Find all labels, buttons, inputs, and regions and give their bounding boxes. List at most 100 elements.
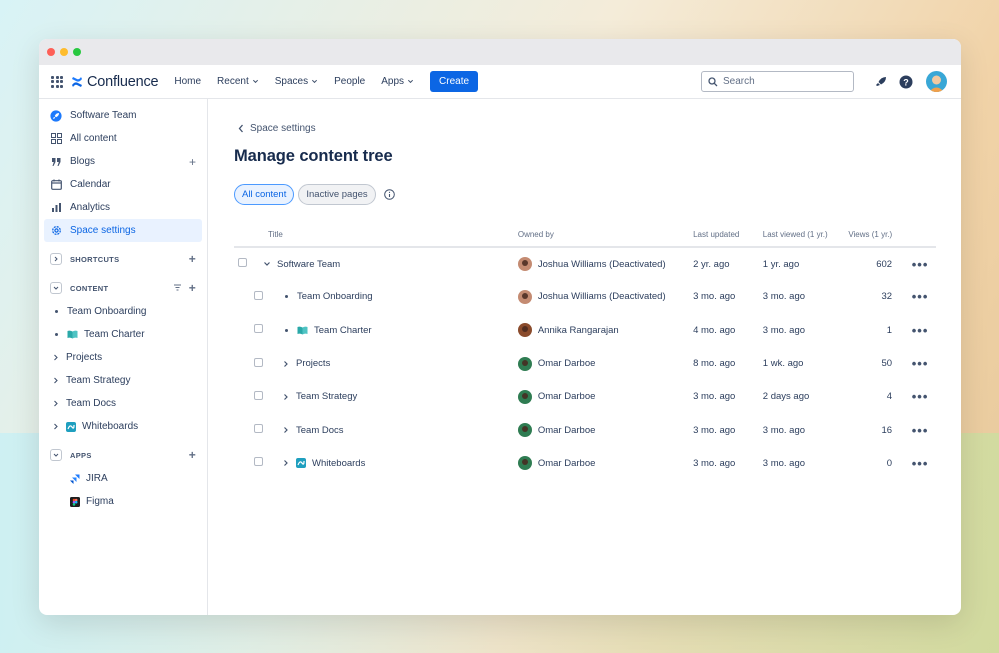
add-shortcut-icon[interactable]: + <box>189 252 196 266</box>
row-owner: Omar Darboe <box>537 424 596 436</box>
table-row[interactable]: Team Onboarding Joshua Williams (Deactiv… <box>234 280 936 313</box>
chevron-left-icon <box>238 124 243 133</box>
chevron-right-icon[interactable] <box>50 253 62 265</box>
more-actions-button[interactable]: ••• <box>904 314 936 347</box>
create-button[interactable]: Create <box>430 71 479 92</box>
minimize-window-button[interactable] <box>60 48 68 56</box>
help-button[interactable]: ? <box>898 74 914 90</box>
nav-apps[interactable]: Apps <box>381 76 414 87</box>
chevron-right-icon[interactable] <box>282 426 290 434</box>
row-checkbox[interactable] <box>254 324 263 334</box>
user-avatar-icon <box>929 75 944 92</box>
calendar-icon <box>50 179 62 191</box>
owner-avatar <box>517 456 532 471</box>
sidebar-space-name[interactable]: Software Team <box>44 104 202 127</box>
row-views: 4 <box>886 391 893 403</box>
nav-recent[interactable]: Recent <box>217 76 259 87</box>
chevron-right-icon[interactable] <box>282 360 290 368</box>
column-header-owner[interactable]: Owned by <box>517 223 694 248</box>
nav-spaces-label: Spaces <box>274 76 309 87</box>
chevron-right-icon[interactable] <box>52 377 60 385</box>
chevron-right-icon[interactable] <box>282 393 290 401</box>
add-content-icon[interactable]: + <box>189 281 196 295</box>
maximize-window-button[interactable] <box>73 48 81 56</box>
chevron-right-icon[interactable] <box>52 354 60 362</box>
row-checkbox[interactable] <box>254 424 263 434</box>
row-checkbox[interactable] <box>254 290 263 300</box>
more-actions-button[interactable]: ••• <box>904 380 936 413</box>
row-title[interactable]: Team Onboarding <box>297 291 373 302</box>
column-header-last-updated[interactable]: Last updated <box>693 223 763 248</box>
app-switcher-icon[interactable] <box>51 75 63 88</box>
column-header-views[interactable]: Views (1 yr.) <box>848 223 905 248</box>
more-actions-button[interactable]: ••• <box>904 447 936 480</box>
more-actions-button[interactable]: ••• <box>904 347 936 380</box>
row-title[interactable]: Software Team <box>277 259 340 270</box>
row-title[interactable]: Projects <box>296 358 330 369</box>
sidebar-item-analytics[interactable]: Analytics <box>44 196 202 219</box>
content-item-label: Team Charter <box>84 329 145 340</box>
sidebar-section-apps[interactable]: APPS + <box>44 443 202 467</box>
nav-people[interactable]: People <box>334 76 365 87</box>
column-header-title[interactable]: Title <box>263 223 518 248</box>
table-row[interactable]: Team Charter Annika Rangarajan 4 mo. ago… <box>234 314 936 347</box>
sidebar-content-item[interactable]: Team Strategy <box>44 369 202 392</box>
back-link[interactable]: Space settings <box>238 123 936 134</box>
sidebar-item-blogs[interactable]: Blogs + <box>44 150 202 173</box>
more-actions-button[interactable]: ••• <box>904 413 936 446</box>
table-row[interactable]: Software Team Joshua Williams (Deactivat… <box>234 247 936 280</box>
select-column-header <box>234 223 263 248</box>
chevron-down-icon[interactable] <box>263 260 271 268</box>
sidebar-app-figma[interactable]: Figma <box>44 490 202 513</box>
sidebar-content-item[interactable]: Whiteboards <box>44 415 202 438</box>
sidebar-content-item[interactable]: Team Docs <box>44 392 202 415</box>
notifications-button[interactable] <box>873 74 889 90</box>
sidebar-content-item[interactable]: Team Onboarding <box>44 300 202 323</box>
sidebar-section-shortcuts[interactable]: SHORTCUTS + <box>44 247 202 271</box>
more-actions-button[interactable]: ••• <box>904 280 936 313</box>
search-icon <box>708 76 718 86</box>
row-last-updated: 2 yr. ago <box>693 258 730 270</box>
sidebar-content-item[interactable]: Projects <box>44 346 202 369</box>
row-title[interactable]: Team Docs <box>296 425 344 436</box>
close-window-button[interactable] <box>47 48 55 56</box>
sidebar-content-item[interactable]: Team Charter <box>44 323 202 346</box>
filter-inactive-pages[interactable]: Inactive pages <box>298 184 376 205</box>
add-app-icon[interactable]: + <box>189 448 196 462</box>
info-icon[interactable] <box>383 189 395 200</box>
sidebar-app-jira[interactable]: JIRA <box>44 467 202 490</box>
owner-avatar <box>517 257 532 272</box>
search-input[interactable]: Search <box>701 71 854 92</box>
more-actions-button[interactable]: ••• <box>904 247 936 280</box>
row-checkbox[interactable] <box>238 258 247 268</box>
sidebar-item-calendar[interactable]: Calendar <box>44 173 202 196</box>
table-row[interactable]: Team Docs Omar Darboe 3 mo. ago 3 mo. ag… <box>234 413 936 446</box>
chevron-right-icon[interactable] <box>282 459 290 467</box>
confluence-logo[interactable]: Confluence <box>71 74 159 90</box>
row-checkbox[interactable] <box>254 357 263 367</box>
row-title[interactable]: Team Charter <box>314 325 372 336</box>
sidebar-item-all-content[interactable]: All content <box>44 127 202 150</box>
table-row[interactable]: Projects Omar Darboe 8 mo. ago 1 wk. ago… <box>234 347 936 380</box>
row-title[interactable]: Whiteboards <box>312 458 365 469</box>
chevron-right-icon[interactable] <box>52 423 60 431</box>
sidebar-item-space-settings[interactable]: Space settings <box>44 219 202 242</box>
back-link-label: Space settings <box>250 123 316 134</box>
filter-icon[interactable] <box>173 283 182 294</box>
chevron-down-icon[interactable] <box>50 449 62 461</box>
row-title[interactable]: Team Strategy <box>296 391 357 402</box>
nav-home[interactable]: Home <box>174 76 201 87</box>
table-row[interactable]: Whiteboards Omar Darboe 3 mo. ago 3 mo. … <box>234 447 936 480</box>
whiteboard-icon <box>66 421 76 432</box>
user-avatar[interactable] <box>926 71 947 92</box>
add-blog-icon[interactable]: + <box>189 155 196 169</box>
filter-all-content[interactable]: All content <box>234 184 295 205</box>
chevron-down-icon[interactable] <box>50 282 62 294</box>
nav-spaces[interactable]: Spaces <box>275 76 318 87</box>
row-checkbox[interactable] <box>254 457 263 467</box>
table-row[interactable]: Team Strategy Omar Darboe 3 mo. ago 2 da… <box>234 380 936 413</box>
row-checkbox[interactable] <box>254 390 263 400</box>
sidebar-section-content[interactable]: CONTENT + <box>44 276 202 300</box>
chevron-right-icon[interactable] <box>52 400 60 408</box>
column-header-last-viewed[interactable]: Last viewed (1 yr.) <box>762 223 849 248</box>
